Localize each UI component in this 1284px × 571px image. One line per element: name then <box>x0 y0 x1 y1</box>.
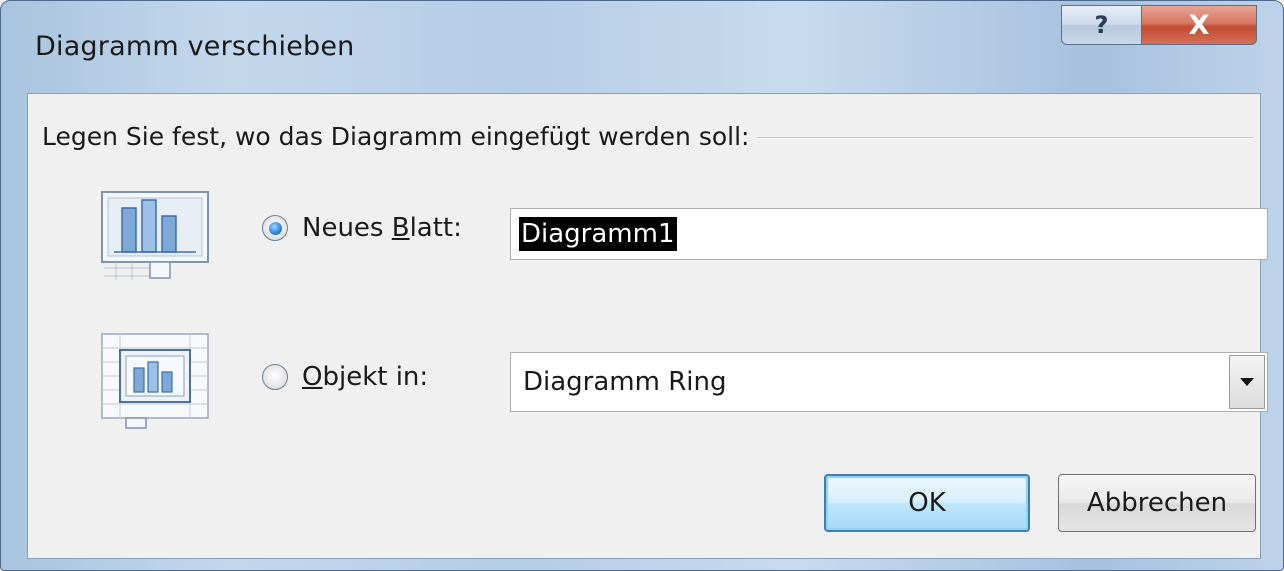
ok-button[interactable]: OK <box>824 474 1030 532</box>
object-in-selected-value: Diagramm Ring <box>523 367 727 397</box>
object-in-label: Objekt in: <box>302 362 428 392</box>
close-icon: X <box>1188 9 1210 41</box>
dialog-window: Diagramm verschieben ? X Legen Sie fest,… <box>0 0 1284 571</box>
embedded-chart-icon <box>101 333 209 429</box>
dialog-body: Legen Sie fest, wo das Diagramm eingefüg… <box>27 93 1268 559</box>
new-sheet-accel: B <box>391 213 410 243</box>
object-in-radio[interactable] <box>262 364 288 390</box>
new-sheet-name-input[interactable]: Diagramm1 <box>510 208 1268 260</box>
window-title: Diagramm verschieben <box>35 31 355 62</box>
object-in-accel: O <box>302 362 323 392</box>
cancel-button[interactable]: Abbrechen <box>1058 474 1256 532</box>
chart-sheet-icon <box>101 191 209 280</box>
chevron-down-icon <box>1240 378 1254 386</box>
object-in-option[interactable]: Objekt in: <box>262 362 428 392</box>
new-sheet-label-suffix: latt: <box>409 213 462 243</box>
object-in-dropdown[interactable]: Diagramm Ring <box>510 352 1268 412</box>
help-button[interactable]: ? <box>1061 5 1141 45</box>
radio-selected-dot <box>268 221 282 235</box>
help-icon: ? <box>1094 11 1109 39</box>
dropdown-arrow-button[interactable] <box>1229 355 1265 409</box>
title-bar[interactable]: Diagramm verschieben ? X <box>1 1 1283 93</box>
close-button[interactable]: X <box>1141 5 1257 45</box>
new-sheet-label: Neues Blatt: <box>302 213 462 243</box>
new-sheet-label-prefix: Neues <box>302 213 392 243</box>
new-sheet-radio[interactable] <box>262 215 288 241</box>
caption-buttons: ? X <box>1061 5 1257 45</box>
placement-prompt: Legen Sie fest, wo das Diagramm eingefüg… <box>42 122 758 151</box>
object-in-label-suffix: bjekt in: <box>322 362 429 392</box>
new-sheet-option[interactable]: Neues Blatt: <box>262 213 462 243</box>
new-sheet-name-value: Diagramm1 <box>519 217 677 251</box>
